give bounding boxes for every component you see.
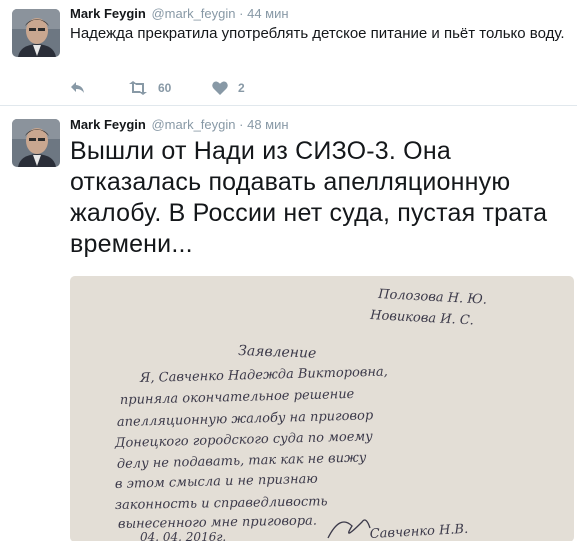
reply-button[interactable] [70, 81, 128, 95]
heart-icon [212, 81, 228, 95]
statement-heading: Заявление [238, 343, 317, 362]
author-name[interactable]: Mark Feygin [70, 117, 146, 132]
timestamp[interactable]: 44 мин [247, 6, 288, 21]
retweet-button[interactable]: 60 [128, 81, 212, 95]
tweet-actions: 60 2 [70, 78, 245, 98]
avatar[interactable] [12, 119, 60, 167]
like-button[interactable]: 2 [212, 81, 245, 95]
tweet[interactable]: Mark Feygin @mark_feygin · 44 мин Надежд… [0, 0, 577, 106]
author-name[interactable]: Mark Feygin [70, 6, 146, 21]
tweet-header: Mark Feygin @mark_feygin · 44 мин [70, 6, 289, 21]
retweet-icon [129, 81, 147, 95]
avatar[interactable] [12, 9, 60, 57]
tweet-photo[interactable]: Полозова Н. Ю. Новикова И. С. Заявление … [70, 276, 574, 541]
statement-date: 04. 04. 2016г. [140, 530, 226, 541]
retweet-count: 60 [158, 81, 172, 95]
author-handle[interactable]: @mark_feygin [151, 117, 235, 132]
tweet[interactable]: Mark Feygin @mark_feygin · 48 мин Вышли … [0, 107, 577, 541]
tweet-text: Надежда прекратила употреблять детское п… [70, 25, 565, 42]
like-count: 2 [238, 81, 245, 95]
author-handle[interactable]: @mark_feygin [151, 6, 235, 21]
tweet-header: Mark Feygin @mark_feygin · 48 мин [70, 117, 289, 132]
separator-dot: · [239, 6, 244, 21]
tweet-text: Вышли от Нади из СИЗО-3. Она отказалась … [70, 137, 548, 258]
reply-icon [71, 82, 84, 93]
separator-dot: · [239, 117, 244, 132]
timestamp[interactable]: 48 мин [247, 117, 288, 132]
